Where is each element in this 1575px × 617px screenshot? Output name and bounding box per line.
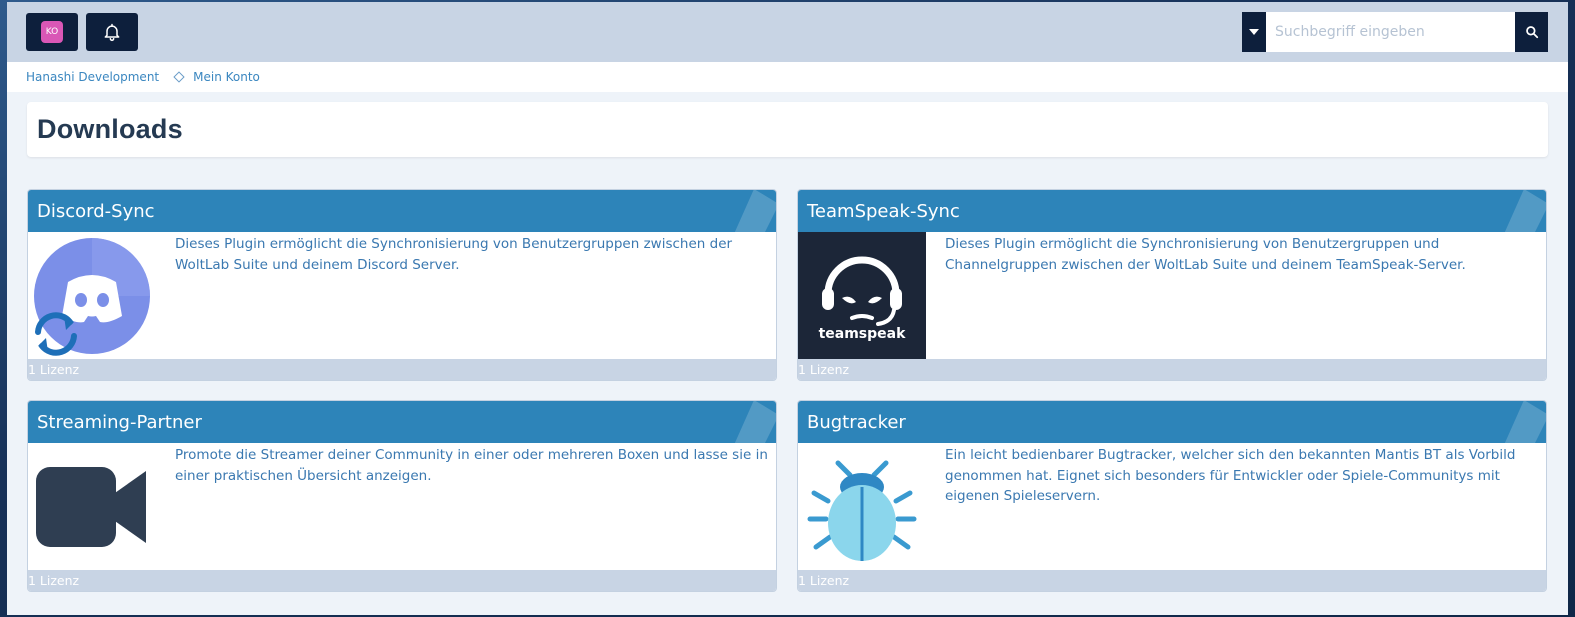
caret-down-icon — [1249, 29, 1259, 35]
breadcrumb-separator-icon — [173, 71, 185, 83]
card-license-count: 1 Lizenz — [28, 359, 776, 380]
search-button[interactable] — [1515, 12, 1548, 52]
search-icon — [1525, 26, 1538, 39]
top-header: KO — [7, 2, 1568, 62]
card-title-link[interactable]: Discord-Sync — [28, 190, 776, 232]
card-title-link[interactable]: TeamSpeak-Sync — [798, 190, 1546, 232]
avatar: KO — [41, 21, 63, 43]
search-bar — [1242, 12, 1548, 52]
product-card-streaming-partner: Streaming-Partner Promote die Streamer d… — [27, 400, 777, 592]
card-title: Streaming-Partner — [37, 411, 202, 433]
card-license-count: 1 Lizenz — [28, 570, 776, 591]
decorative-icon — [1504, 190, 1546, 232]
teamspeak-logo-text: teamspeak — [818, 326, 906, 342]
product-card-bugtracker: Bugtracker Ein leicht bedienbarer Bugtra… — [797, 400, 1547, 592]
bell-icon — [104, 23, 120, 42]
card-description: Dieses Plugin ermöglicht die Synchronisi… — [175, 236, 733, 273]
card-license-count: 1 Lizenz — [798, 359, 1546, 380]
decorative-icon — [734, 190, 776, 232]
breadcrumb-item-account[interactable]: Mein Konto — [193, 70, 260, 84]
search-input[interactable] — [1266, 12, 1515, 52]
user-menu-button[interactable]: KO — [26, 13, 78, 51]
page-title: Downloads — [37, 114, 183, 144]
card-title: TeamSpeak-Sync — [807, 200, 960, 222]
search-scope-dropdown[interactable] — [1242, 12, 1266, 52]
card-description: Ein leicht bedienbarer Bugtracker, welch… — [945, 447, 1516, 504]
card-description: Promote die Streamer deiner Community in… — [175, 447, 768, 484]
card-title: Bugtracker — [807, 411, 906, 433]
card-title: Discord-Sync — [37, 200, 155, 222]
breadcrumb-item-home[interactable]: Hanashi Development — [26, 70, 159, 84]
bug-icon[interactable] — [798, 443, 926, 571]
discord-sync-icon[interactable] — [28, 232, 156, 360]
card-title-link[interactable]: Streaming-Partner — [28, 401, 776, 443]
page-title-box: Downloads — [27, 102, 1548, 157]
card-title-link[interactable]: Bugtracker — [798, 401, 1546, 443]
card-description: Dieses Plugin ermöglicht die Synchronisi… — [945, 236, 1466, 273]
product-card-discord-sync: Discord-Sync Dieses Plugin ermöglicht di… — [27, 189, 777, 381]
card-license-count: 1 Lizenz — [798, 570, 1546, 591]
teamspeak-logo-icon[interactable]: teamspeak — [798, 232, 926, 360]
notifications-button[interactable] — [86, 13, 138, 51]
decorative-icon — [734, 401, 776, 443]
product-card-teamspeak-sync: TeamSpeak-Sync teamspeak Dieses Plugin e… — [797, 189, 1547, 381]
decorative-icon — [1504, 401, 1546, 443]
page-frame: KO Hanashi Development Mein K — [7, 2, 1568, 615]
video-camera-icon[interactable] — [28, 443, 156, 571]
breadcrumb: Hanashi Development Mein Konto — [7, 62, 1568, 92]
